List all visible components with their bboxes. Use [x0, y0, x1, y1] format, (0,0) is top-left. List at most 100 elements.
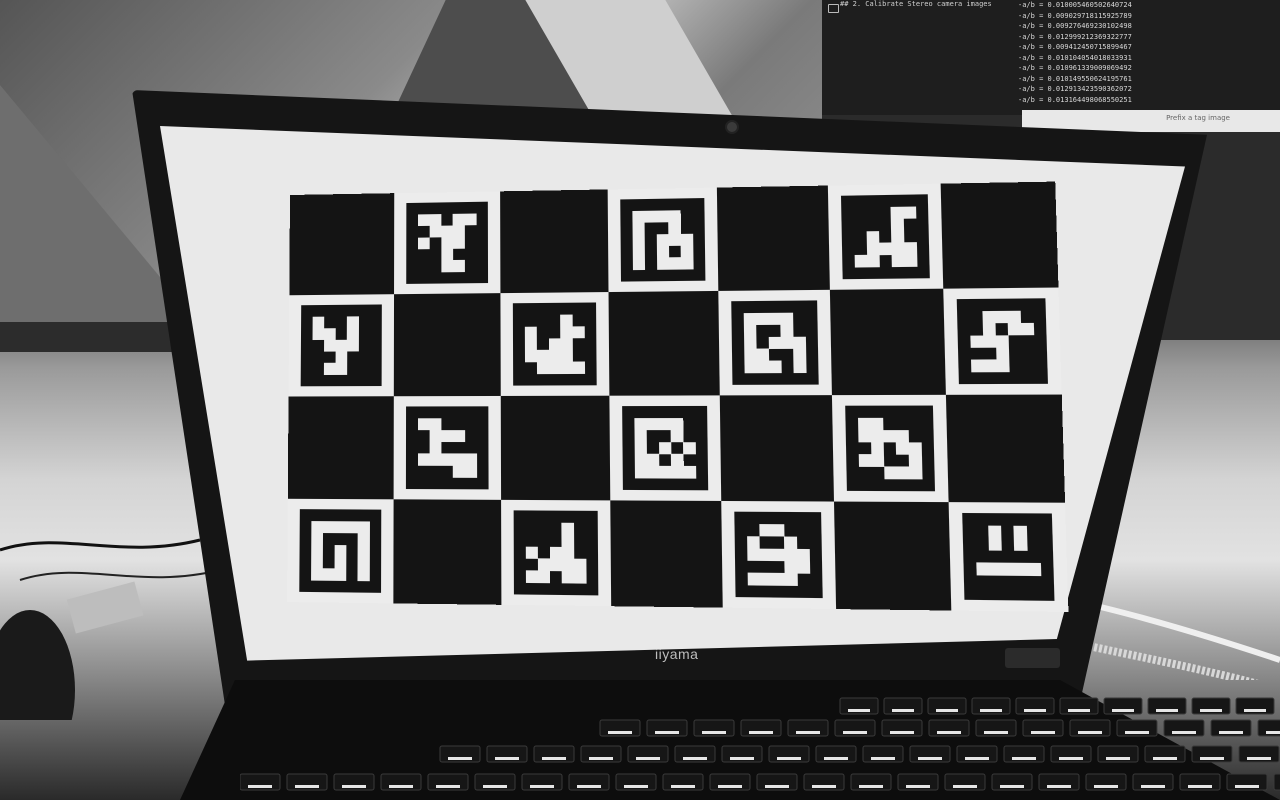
laptop-brand-logo: iiyama [655, 646, 699, 662]
aruco-marker-pattern [845, 405, 936, 492]
notebook-heading: ## 2. Calibrate Stereo camera images [840, 0, 992, 8]
key-legend-glow [448, 757, 472, 760]
key-legend-glow [749, 731, 773, 734]
board-square [719, 395, 834, 502]
aruco-marker [288, 294, 395, 397]
key-legend-glow [542, 757, 566, 760]
aruco-marker [943, 287, 1062, 395]
code-editor-pane: ## 2. Calibrate Stereo camera images -a/… [822, 0, 1280, 115]
key-legend-glow [1059, 757, 1083, 760]
key-legend-glow [718, 785, 742, 788]
board-square [716, 185, 830, 291]
key-legend-glow [848, 709, 870, 712]
board-square [393, 499, 502, 605]
key-legend-glow [1200, 709, 1222, 712]
key-legend-glow [765, 785, 789, 788]
aruco-marker-pattern [731, 300, 819, 385]
code-output-lines: -a/b = 0.010005460502640724 -a/b = 0.009… [1018, 0, 1132, 105]
hinge-right [1005, 648, 1060, 668]
board-square [500, 189, 609, 294]
key-legend-glow [906, 785, 930, 788]
aruco-marker-pattern [962, 512, 1055, 601]
aruco-marker [948, 502, 1069, 613]
key-legend-glow [796, 731, 820, 734]
keyboard [240, 697, 1280, 791]
code-output-line: -a/b = 0.010104054018033931 [1018, 53, 1132, 62]
key-legend-glow [824, 757, 848, 760]
key-legend-glow [777, 757, 801, 760]
board-square [393, 293, 501, 397]
key-legend-glow [577, 785, 601, 788]
key-legend-glow [295, 785, 319, 788]
code-output-line: -a/b = 0.013164498068550251 [1018, 95, 1132, 104]
key-legend-glow [636, 757, 660, 760]
key-legend-glow [702, 731, 726, 734]
key-legend-glow [495, 757, 519, 760]
aruco-marker-pattern [622, 405, 709, 491]
code-output-line: -a/b = 0.010149550624195761 [1018, 74, 1132, 83]
webcam [725, 120, 739, 134]
key-legend-glow [859, 785, 883, 788]
key-legend-glow [1247, 757, 1271, 760]
key-legend-glow [918, 757, 942, 760]
code-output-line: -a/b = 0.010005460502640724 [1018, 1, 1132, 9]
code-output-line: -a/b = 0.009276469230102498 [1018, 22, 1132, 30]
key-legend-glow [730, 757, 754, 760]
aruco-marker [394, 191, 501, 295]
key-legend-glow [1000, 785, 1024, 788]
aruco-marker-pattern [513, 510, 599, 596]
key-legend-glow [965, 757, 989, 760]
board-square [940, 181, 1059, 289]
code-output-line: -a/b = 0.009412450715899467 [1018, 43, 1132, 51]
key-legend-glow [1078, 731, 1102, 734]
key-legend-glow [1094, 785, 1118, 788]
key-legend-glow [1068, 709, 1090, 712]
key-legend-glow [1047, 785, 1071, 788]
key-legend-glow [1156, 709, 1178, 712]
aruco-marker-pattern [299, 509, 382, 593]
code-output-line: -a/b = 0.012913423590362072 [1018, 85, 1132, 93]
key-legend-glow [1219, 731, 1243, 734]
key-legend-glow [871, 757, 895, 760]
code-output-line: -a/b = 0.009029718115925789 [1018, 11, 1132, 20]
keyboard-key [1273, 773, 1280, 791]
key-legend-glow [608, 731, 632, 734]
key-legend-glow [984, 731, 1008, 734]
key-legend-glow [624, 785, 648, 788]
key-legend-glow [589, 757, 613, 760]
aruco-marker-pattern [300, 304, 382, 387]
folder-icon [828, 4, 839, 13]
board-square [287, 396, 394, 500]
key-legend-glow [1200, 757, 1224, 760]
aruco-marker [607, 187, 719, 293]
key-legend-glow [1112, 709, 1134, 712]
board-square [289, 193, 395, 296]
board-square [500, 395, 611, 501]
aruco-marker [609, 395, 722, 501]
aruco-marker [831, 394, 949, 503]
key-legend-glow [1153, 757, 1177, 760]
key-legend-glow [1235, 785, 1259, 788]
key-legend-glow [1012, 757, 1036, 760]
code-output-line: -a/b = 0.010961339009069492 [1018, 64, 1132, 72]
key-legend-glow [890, 731, 914, 734]
key-legend-glow [1266, 731, 1280, 734]
key-legend-glow [436, 785, 460, 788]
aruco-marker [721, 500, 837, 610]
aruco-marker [718, 289, 832, 396]
aruco-marker [287, 498, 394, 604]
aruco-marker-pattern [620, 198, 706, 282]
key-legend-glow [483, 785, 507, 788]
key-legend-glow [953, 785, 977, 788]
board-square [945, 394, 1066, 503]
key-legend-glow [655, 731, 679, 734]
board-square [610, 500, 723, 608]
aruco-marker [827, 183, 944, 290]
key-legend-glow [1172, 731, 1196, 734]
key-legend-glow [1106, 757, 1130, 760]
board-square [833, 501, 952, 611]
key-legend-glow [342, 785, 366, 788]
aruco-marker [393, 395, 502, 500]
key-legend-glow [683, 757, 707, 760]
key-legend-glow [530, 785, 554, 788]
